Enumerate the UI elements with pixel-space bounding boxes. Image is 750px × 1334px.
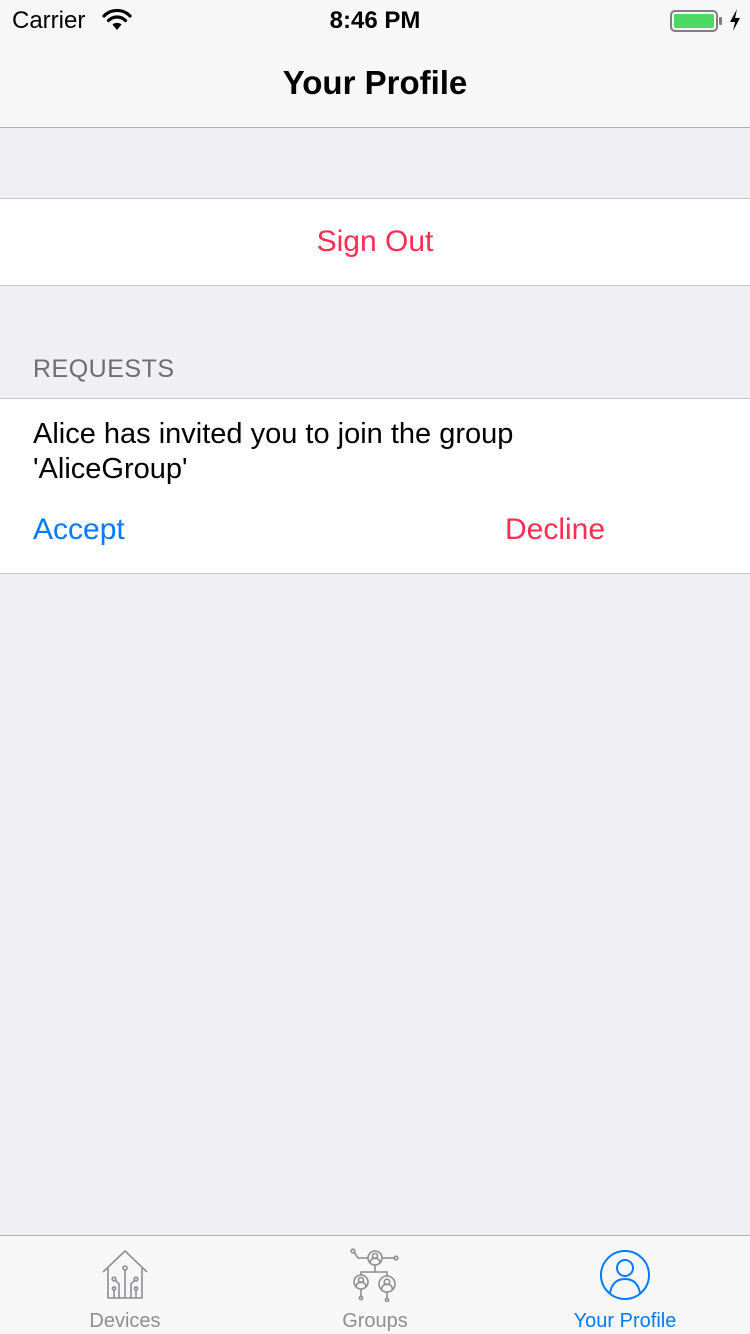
tab-bar: Devices Groups Your Profile	[0, 1235, 750, 1334]
tab-label: Devices	[89, 1310, 161, 1332]
navigation-bar: Your Profile	[0, 40, 750, 128]
charging-bolt-icon	[730, 9, 740, 31]
tab-label: Groups	[342, 1310, 408, 1332]
tab-devices[interactable]: Devices	[0, 1236, 250, 1334]
tab-your-profile[interactable]: Your Profile	[500, 1236, 750, 1334]
status-bar: Carrier 8:46 PM	[0, 0, 750, 40]
tab-groups[interactable]: Groups	[250, 1236, 500, 1334]
battery-charging-icon	[670, 10, 722, 32]
accept-button[interactable]: Accept	[33, 513, 125, 547]
decline-button[interactable]: Decline	[505, 513, 605, 547]
tab-label: Your Profile	[573, 1310, 677, 1332]
status-time: 8:46 PM	[329, 7, 421, 34]
request-item: Alice has invited you to join the group …	[0, 398, 750, 574]
requests-section-header: REQUESTS	[33, 355, 175, 383]
sign-out-button[interactable]: Sign Out	[0, 198, 750, 286]
person-circle-icon	[600, 1250, 650, 1300]
group-network-icon	[350, 1248, 399, 1302]
page-title: Your Profile	[282, 64, 468, 101]
request-message: Alice has invited you to join the group …	[33, 418, 514, 485]
house-circuit-icon	[102, 1250, 148, 1299]
